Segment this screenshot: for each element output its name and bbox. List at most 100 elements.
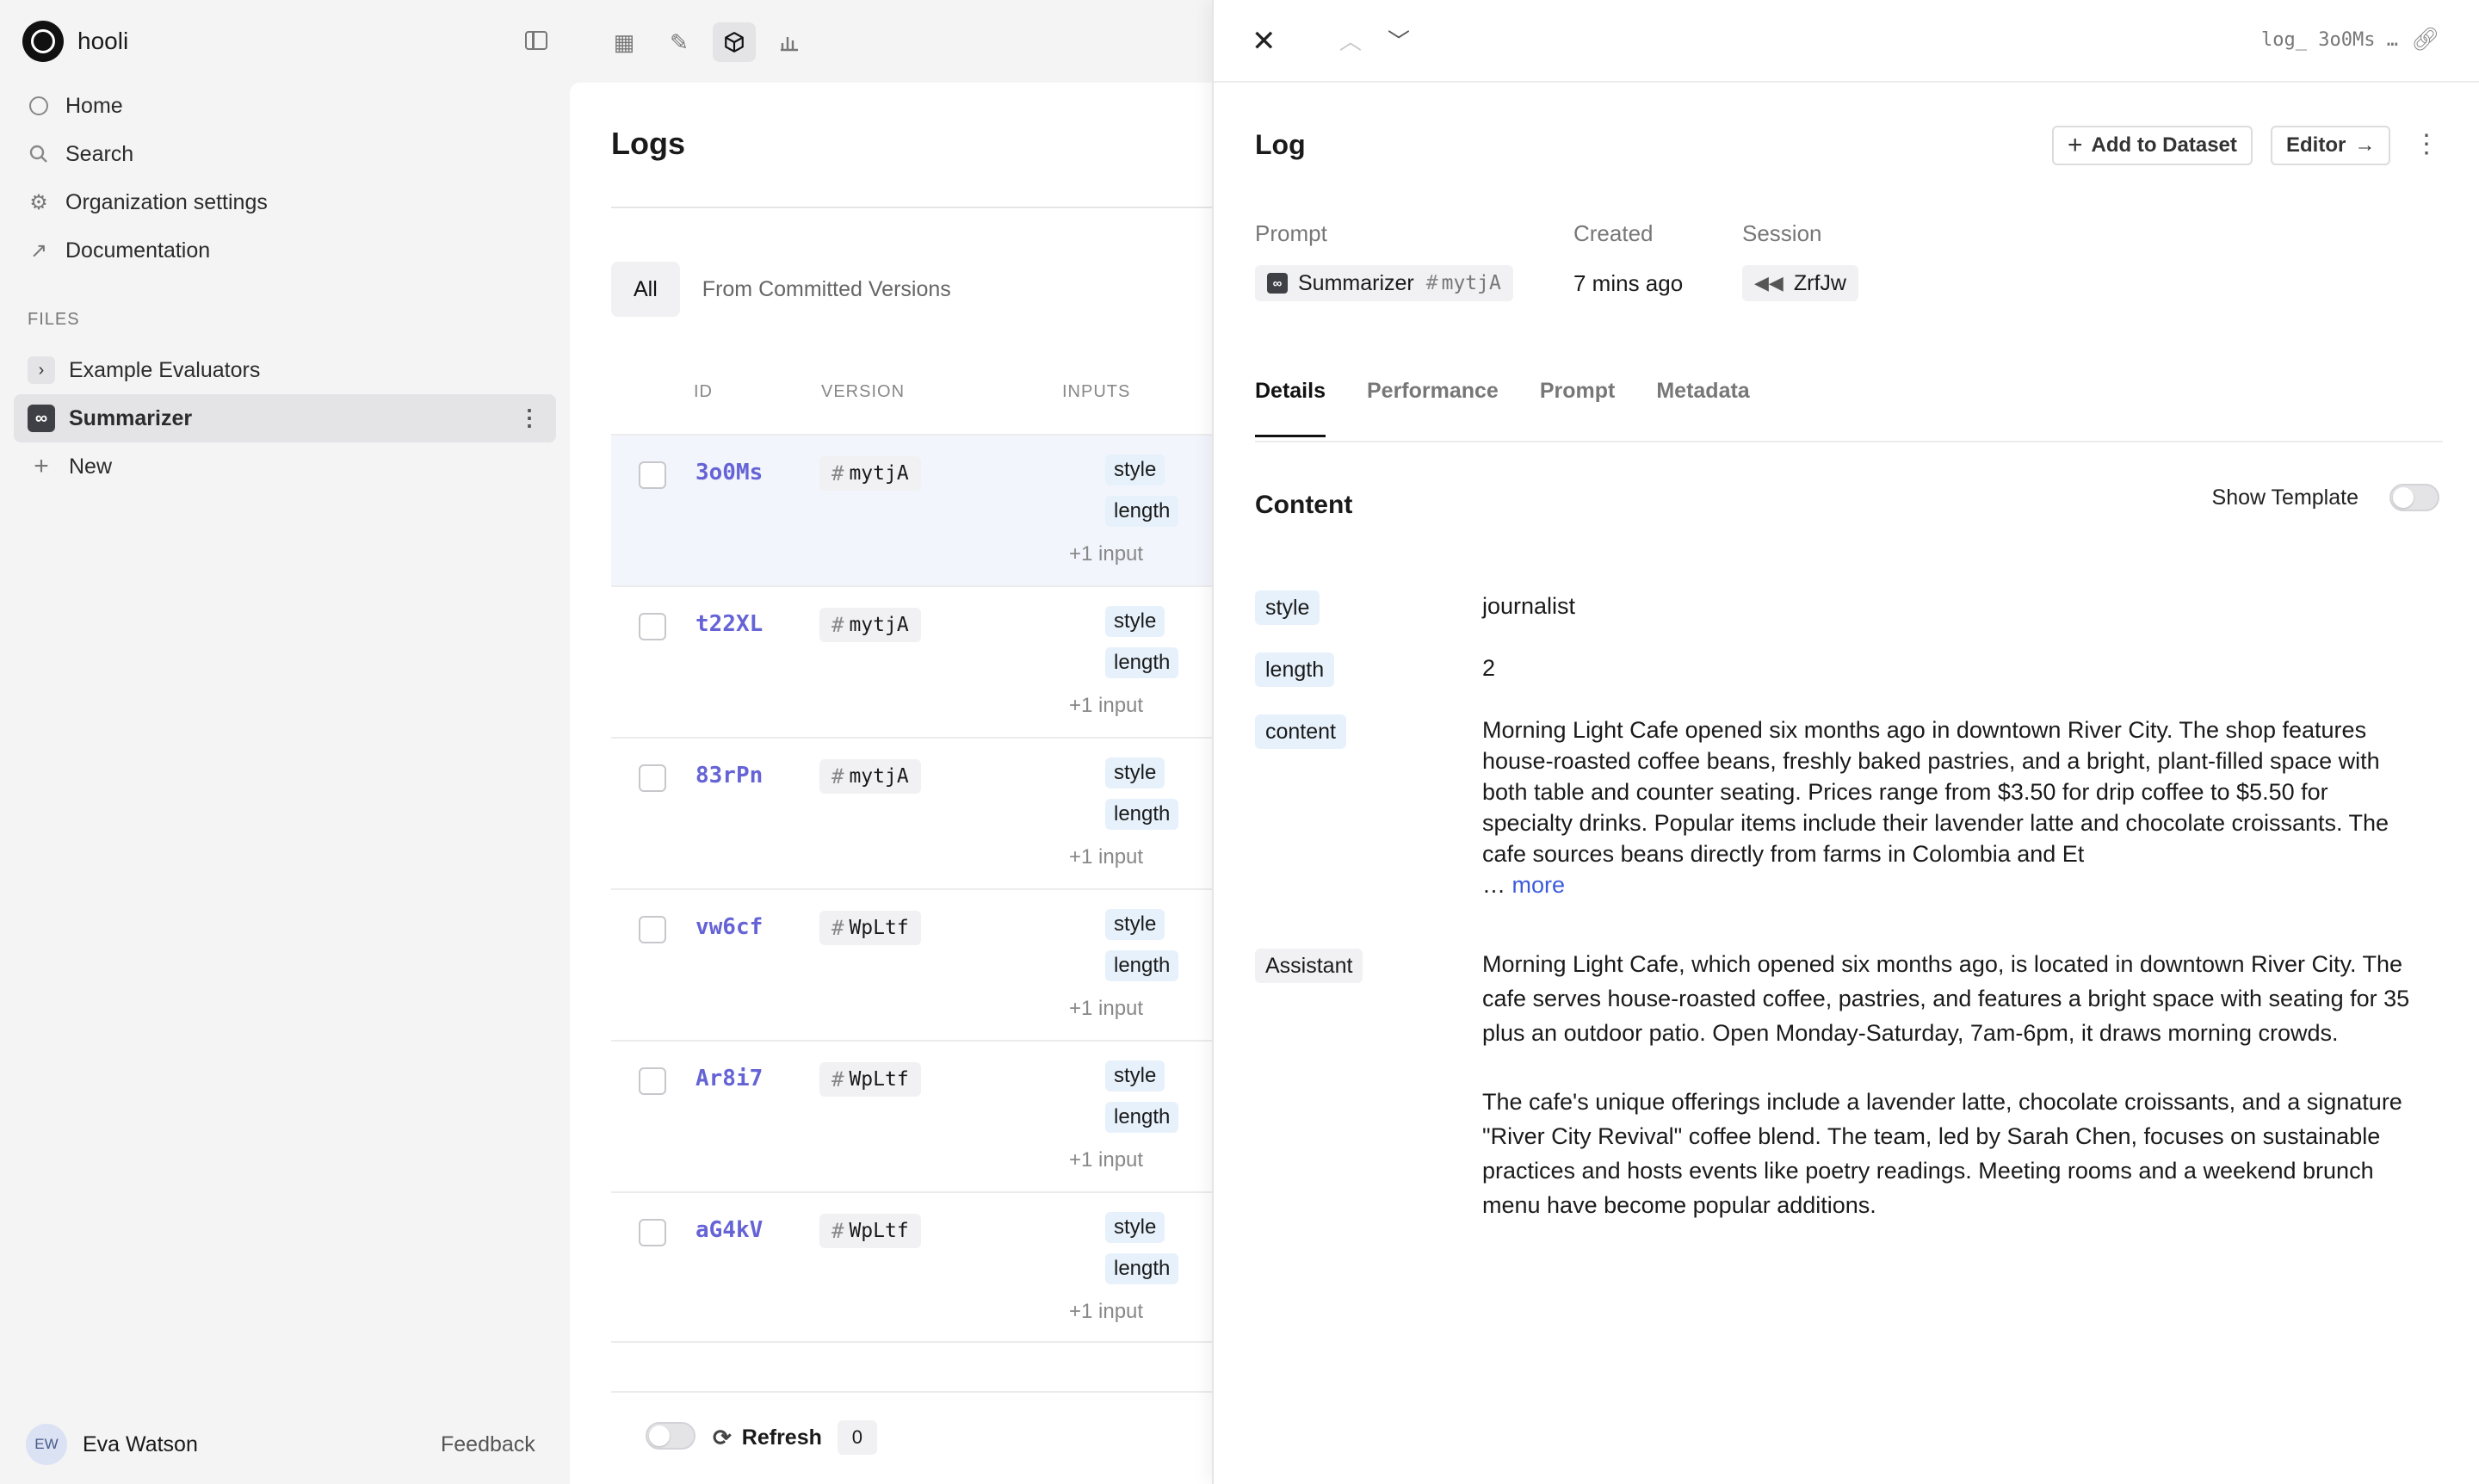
chevron-down-icon[interactable]: ﹀ [1388, 24, 1410, 56]
session-value: ZrfJw [1793, 270, 1846, 295]
arrow-right-icon: → [2354, 133, 2376, 157]
table-row[interactable]: t22XL #mytjA style rev length 2 +1 input [611, 585, 1215, 737]
input-key-length: length [1105, 647, 1179, 678]
prompt-icon: ∞ [1267, 273, 1288, 294]
more-options-icon[interactable]: ⋮ [2414, 129, 2439, 159]
input-key-style: style [1105, 454, 1165, 485]
file-new[interactable]: + New [14, 442, 556, 491]
logs-cube-icon[interactable] [713, 22, 756, 62]
table-row[interactable]: 3o0Ms #mytjA style jou length 2 +1 input [611, 434, 1215, 585]
input-key-style: style [1255, 591, 1320, 625]
column-header-id[interactable]: ID [694, 382, 713, 402]
row-checkbox[interactable] [639, 461, 666, 489]
tab-prompt[interactable]: Prompt [1540, 379, 1616, 437]
log-id[interactable]: t22XL [695, 611, 763, 637]
column-header-version[interactable]: VERSION [821, 382, 905, 402]
file-summarizer[interactable]: ∞ Summarizer ⋮ [14, 394, 556, 442]
hash-icon: # [831, 1219, 844, 1243]
content-text: Morning Light Cafe opened six months ago… [1482, 717, 2389, 867]
sidebar: hooli Home Search ⚙ Organization setting… [0, 0, 570, 1484]
feedback-button[interactable]: Feedback [441, 1432, 535, 1457]
show-template-label: Show Template [2211, 485, 2358, 510]
column-header-inputs[interactable]: INPUTS [1062, 382, 1130, 402]
tab-from-committed-versions[interactable]: From Committed Versions [680, 262, 974, 317]
show-template-toggle[interactable] [2389, 484, 2439, 511]
version-id: WpLtf [849, 1220, 909, 1242]
row-checkbox[interactable] [639, 764, 666, 792]
tab-performance[interactable]: Performance [1367, 379, 1499, 437]
add-to-dataset-label: Add to Dataset [2091, 133, 2237, 157]
input-key-length: length [1255, 652, 1335, 687]
file-label: New [69, 454, 113, 479]
divider [611, 207, 1215, 208]
divider [1255, 441, 2443, 442]
file-label: Example Evaluators [69, 357, 261, 382]
hash-icon: # [831, 461, 844, 485]
version-id: WpLtf [849, 917, 909, 939]
input-key-style: style [1105, 1060, 1165, 1091]
hash-icon: # [831, 613, 844, 637]
session-link[interactable]: ◀◀ ZrfJw [1742, 265, 1858, 301]
nav-organization-settings[interactable]: ⚙ Organization settings [28, 183, 268, 221]
session-chip[interactable]: ◀◀ ZrfJw [1742, 265, 1858, 301]
refresh-button[interactable]: ⟳ Refresh 0 [713, 1420, 877, 1455]
row-checkbox[interactable] [639, 1219, 666, 1246]
log-id[interactable]: 83rPn [695, 763, 763, 788]
tab-details[interactable]: Details [1255, 379, 1326, 437]
chart-bars-icon[interactable] [768, 22, 811, 62]
table-row[interactable]: vw6cf #WpLtf style rev length 2 +1 input [611, 888, 1215, 1040]
tab-metadata[interactable]: Metadata [1656, 379, 1749, 437]
log-id[interactable]: aG4kV [695, 1217, 763, 1243]
editor-button[interactable]: Editor → [2271, 126, 2391, 165]
prompt-label: Prompt [1255, 220, 1327, 246]
chevron-up-icon[interactable]: ︿ [1339, 24, 1362, 56]
file-example-evaluators[interactable]: › Example Evaluators [14, 346, 556, 394]
table-row[interactable]: Ar8i7 #WpLtf style sto length 2 +1 input [611, 1040, 1215, 1191]
row-checkbox[interactable] [639, 613, 666, 640]
log-reference[interactable]: log_ 3o0Ms … [2261, 29, 2398, 51]
version-id: mytjA [849, 462, 909, 485]
edit-pencil-icon[interactable]: ✎ [658, 22, 701, 62]
file-label: Summarizer [69, 405, 193, 430]
assistant-paragraph: Morning Light Cafe, which opened six mon… [1482, 951, 2410, 1046]
nav-search-label: Search [65, 141, 134, 166]
more-inputs: +1 input [1069, 1300, 1144, 1323]
link-icon[interactable]: 🔗︎ [2411, 26, 2439, 53]
show-more-link[interactable]: more [1512, 872, 1566, 898]
refresh-count-badge: 0 [837, 1420, 877, 1455]
version-id: mytjA [849, 614, 909, 636]
kebab-menu-icon[interactable]: ⋮ [518, 405, 541, 431]
search-icon [28, 143, 50, 165]
collapse-sidebar-icon[interactable] [525, 31, 547, 50]
external-arrow-icon: ↗ [29, 238, 48, 263]
user-name: Eva Watson [83, 1431, 198, 1456]
add-to-dataset-button[interactable]: + Add to Dataset [2052, 126, 2253, 165]
prompt-chip[interactable]: ∞ Summarizer # mytjA [1255, 265, 1513, 301]
log-id[interactable]: 3o0Ms [695, 460, 763, 485]
row-checkbox[interactable] [639, 916, 666, 943]
table-row[interactable]: aG4kV #WpLtf style sto length 2 +1 input [611, 1191, 1215, 1343]
dashboard-grid-icon[interactable]: ▦ [603, 22, 646, 62]
user-menu[interactable]: EW Eva Watson [26, 1424, 198, 1465]
prompt-icon: ∞ [28, 405, 55, 432]
chevron-right-icon[interactable]: › [28, 356, 55, 384]
log-id[interactable]: vw6cf [695, 914, 763, 940]
auto-refresh-toggle[interactable] [646, 1422, 695, 1450]
nav-documentation-label: Documentation [65, 238, 211, 263]
content-section-title: Content [1255, 491, 1353, 519]
log-id[interactable]: Ar8i7 [695, 1066, 763, 1091]
input-key-style: style [1105, 909, 1165, 940]
close-icon[interactable]: ✕ [1252, 24, 1277, 59]
divider [611, 1391, 1215, 1393]
prompt-link[interactable]: ∞ Summarizer # mytjA [1255, 265, 1513, 301]
row-checkbox[interactable] [639, 1067, 666, 1095]
tab-all[interactable]: All [611, 262, 680, 317]
table-row[interactable]: 83rPn #mytjA style rev length 2 +1 input [611, 737, 1215, 888]
nav-search[interactable]: Search [28, 135, 133, 173]
more-inputs: +1 input [1069, 694, 1144, 717]
version-badge: # mytjA [819, 759, 921, 794]
nav-home[interactable]: Home [28, 87, 123, 125]
nav-documentation[interactable]: ↗ Documentation [28, 232, 210, 269]
assistant-label: Assistant [1255, 949, 1363, 983]
org-switcher[interactable]: hooli [22, 21, 128, 62]
